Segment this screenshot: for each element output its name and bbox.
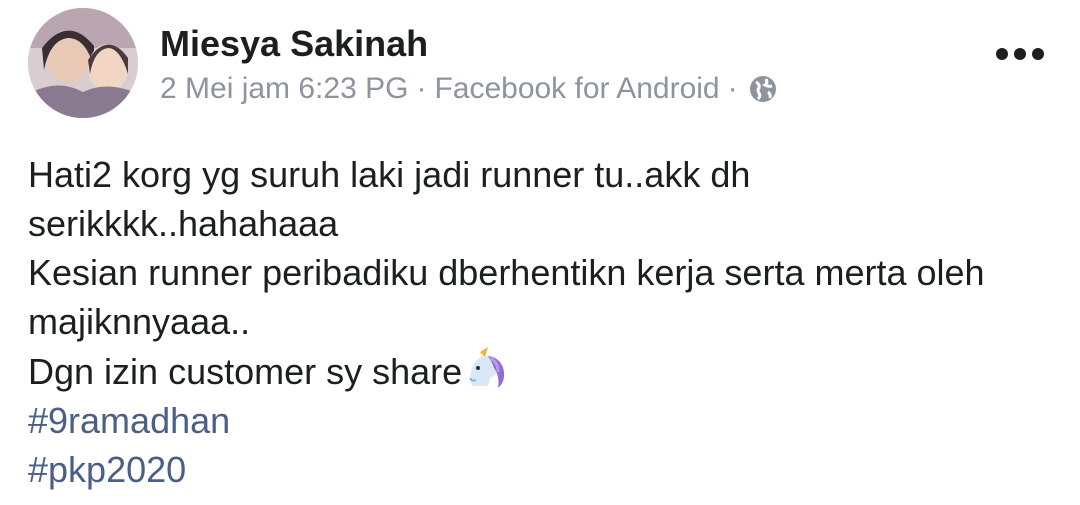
profile-avatar[interactable] bbox=[28, 8, 138, 118]
hashtag-link[interactable]: #pkp2020 bbox=[28, 445, 1058, 494]
post-body: Hati2 korg yg suruh laki jadi runner tu.… bbox=[28, 150, 1058, 494]
unicorn-emoji bbox=[469, 347, 505, 388]
post-text-line: Hati2 korg yg suruh laki jadi runner tu.… bbox=[28, 154, 751, 195]
meta-separator: · bbox=[727, 72, 738, 105]
post-text-line-with-emoji: Dgn izin customer sy share bbox=[28, 346, 1058, 396]
more-dot bbox=[1032, 48, 1044, 60]
post-text-line: Kesian runner peribadiku dberhentikn ker… bbox=[28, 252, 985, 293]
more-dot bbox=[1014, 48, 1026, 60]
post-text: Dgn izin customer sy share bbox=[28, 351, 463, 392]
globe-icon[interactable] bbox=[748, 74, 778, 104]
hashtag-link[interactable]: #9ramadhan bbox=[28, 396, 1058, 445]
post-text-line: majiknnyaaa.. bbox=[28, 301, 251, 342]
post-timestamp[interactable]: 2 Mei jam 6:23 PG bbox=[160, 70, 408, 108]
post-meta: 2 Mei jam 6:23 PG · Facebook for Android… bbox=[160, 70, 778, 108]
meta-separator: · bbox=[416, 72, 427, 105]
more-options-icon[interactable] bbox=[996, 42, 1044, 66]
avatar-photo bbox=[28, 8, 138, 118]
post-source[interactable]: Facebook for Android bbox=[434, 70, 719, 108]
author-name[interactable]: Miesya Sakinah bbox=[160, 22, 428, 66]
post-text-line: serikkkk..hahahaaa bbox=[28, 203, 339, 244]
more-dot bbox=[996, 48, 1008, 60]
